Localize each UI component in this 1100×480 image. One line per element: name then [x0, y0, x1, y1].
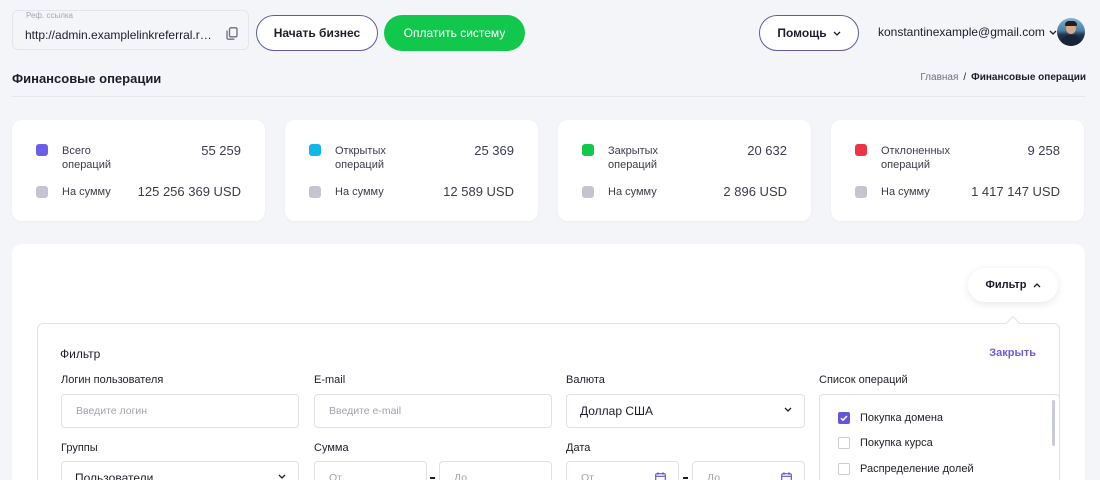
- amount-label: Сумма: [314, 442, 349, 454]
- amount-to-input[interactable]: До: [439, 461, 552, 480]
- stat-card-closed: Закрытых операций 20 632 На сумму 2 896 …: [558, 120, 811, 221]
- stat-value: 55 259: [201, 143, 241, 158]
- start-business-button[interactable]: Начать бизнес: [256, 15, 378, 51]
- breadcrumb-separator: /: [963, 72, 967, 83]
- range-dash: [430, 477, 435, 479]
- stat-value: 25 369: [474, 143, 514, 158]
- date-to-input[interactable]: До: [692, 461, 805, 480]
- scrollbar[interactable]: [1052, 400, 1055, 446]
- breadcrumb-current: Финансовые операции: [971, 72, 1086, 83]
- groups-value: Пользователи: [75, 471, 154, 480]
- sum-color-swatch: [36, 186, 48, 198]
- sum-value: 2 896 USD: [723, 184, 787, 199]
- stat-label: Всего операций: [62, 145, 112, 171]
- range-dash: [683, 477, 688, 479]
- top-bar: Реф. ссылка http://admin.examplelinkrefe…: [0, 0, 1100, 66]
- help-label: Помощь: [777, 26, 827, 40]
- sum-label: На сумму: [62, 186, 111, 198]
- copy-icon[interactable]: [226, 27, 238, 40]
- operation-label: Распределение долей: [860, 463, 974, 475]
- stat-label: Закрытых операций: [608, 145, 659, 171]
- chevron-up-icon: [1033, 282, 1040, 287]
- operation-label: Покупка курса: [860, 437, 933, 449]
- stat-card-total: Всего операций 55 259 На сумму 125 256 3…: [12, 120, 265, 221]
- operation-label: Покупка домена: [860, 412, 944, 424]
- operations-list-label: Список операций: [819, 374, 908, 386]
- sum-label: На сумму: [335, 186, 384, 198]
- checkbox[interactable]: [838, 437, 850, 449]
- sum-label: На сумму: [881, 186, 930, 198]
- referral-link-value[interactable]: http://admin.examplelinkreferral.re...: [25, 28, 215, 42]
- amount-from-input[interactable]: От: [314, 461, 427, 480]
- operations-list[interactable]: Покупка домена Покупка курса Распределен…: [819, 394, 1060, 480]
- stat-label: Открытых операций: [335, 145, 386, 171]
- currency-value: Доллар США: [580, 404, 654, 418]
- avatar[interactable]: [1057, 18, 1085, 46]
- groups-select[interactable]: Пользователи: [61, 461, 299, 480]
- filter-title: Фильтр: [60, 347, 101, 361]
- help-dropdown-button[interactable]: Помощь: [759, 15, 859, 51]
- chevron-down-icon: [833, 31, 841, 36]
- groups-label: Группы: [61, 442, 98, 454]
- date-to-placeholder: До: [707, 472, 721, 480]
- user-email: konstantinexample@gmail.com: [878, 25, 1045, 39]
- login-label: Логин пользователя: [61, 374, 164, 386]
- calendar-icon[interactable]: [655, 472, 666, 480]
- checkbox[interactable]: [838, 463, 850, 475]
- sum-label: На сумму: [608, 186, 657, 198]
- checkbox-checked[interactable]: [838, 412, 850, 424]
- sum-value: 125 256 369 USD: [137, 184, 241, 199]
- calendar-icon[interactable]: [781, 472, 792, 480]
- stat-label: Отклоненных операций: [881, 145, 950, 171]
- stat-card-open: Открытых операций 25 369 На сумму 12 589…: [285, 120, 538, 221]
- sum-value: 1 417 147 USD: [971, 184, 1060, 199]
- user-menu[interactable]: konstantinexample@gmail.com: [878, 25, 1057, 39]
- email-input[interactable]: Введите e-mail: [314, 394, 552, 428]
- filter-toggle-label: Фильтр: [985, 279, 1027, 291]
- sum-color-swatch: [309, 186, 321, 198]
- close-filter-link[interactable]: Закрыть: [989, 347, 1036, 359]
- filter-toggle-button[interactable]: Фильтр: [968, 268, 1058, 302]
- header-divider: [12, 96, 1085, 97]
- sum-color-swatch: [855, 186, 867, 198]
- chevron-down-icon: [278, 474, 286, 479]
- status-color-swatch: [36, 144, 48, 156]
- referral-link-field[interactable]: Реф. ссылка http://admin.examplelinkrefe…: [12, 10, 249, 50]
- operation-item[interactable]: Распределение долей: [838, 463, 974, 475]
- operation-item[interactable]: Покупка домена: [838, 412, 943, 424]
- status-color-swatch: [582, 144, 594, 156]
- date-from-placeholder: От: [581, 472, 594, 480]
- referral-link-label: Реф. ссылка: [26, 11, 74, 20]
- date-from-input[interactable]: От: [566, 461, 679, 480]
- status-color-swatch: [309, 144, 321, 156]
- email-label: E-mail: [314, 374, 346, 386]
- page-title: Финансовые операции: [12, 71, 162, 86]
- currency-select[interactable]: Доллар США: [566, 394, 805, 428]
- login-input[interactable]: Введите логин: [61, 394, 299, 428]
- pay-system-button[interactable]: Оплатить систему: [384, 15, 525, 51]
- date-label: Дата: [566, 442, 591, 454]
- operation-item[interactable]: Покупка курса: [838, 437, 933, 449]
- chevron-down-icon: [1049, 30, 1057, 35]
- sum-value: 12 589 USD: [443, 184, 514, 199]
- sum-color-swatch: [582, 186, 594, 198]
- breadcrumb: Главная / Финансовые операции: [920, 72, 1086, 83]
- stat-value: 9 258: [1027, 143, 1060, 158]
- status-color-swatch: [855, 144, 867, 156]
- currency-label: Валюта: [566, 374, 605, 386]
- chevron-down-icon: [784, 407, 792, 412]
- stat-value: 20 632: [747, 143, 787, 158]
- breadcrumb-home-link[interactable]: Главная: [920, 72, 958, 83]
- stat-card-rejected: Отклоненных операций 9 258 На сумму 1 41…: [831, 120, 1084, 221]
